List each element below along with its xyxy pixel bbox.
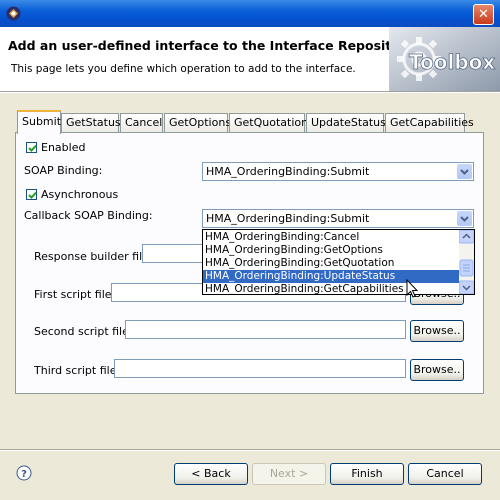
enabled-checkbox[interactable] bbox=[26, 142, 37, 153]
tab-cancel[interactable]: Cancel bbox=[120, 113, 163, 132]
page-description: This page lets you define which operatio… bbox=[11, 63, 356, 75]
dropdown-option[interactable]: HMA_OrderingBinding:GetQuotation bbox=[203, 257, 459, 270]
close-button[interactable]: ✕ bbox=[473, 4, 494, 25]
enabled-label: Enabled bbox=[41, 141, 86, 154]
next-button[interactable]: Next > bbox=[252, 463, 326, 485]
chevron-down-icon[interactable] bbox=[457, 211, 472, 226]
soap-binding-label: SOAP Binding: bbox=[24, 164, 103, 177]
toolbox-logo: Toolbox bbox=[389, 27, 500, 91]
header-separator bbox=[0, 92, 500, 93]
tab-getoptions[interactable]: GetOptions bbox=[164, 113, 231, 132]
second-script-input[interactable] bbox=[125, 320, 406, 339]
check-icon bbox=[28, 191, 37, 199]
page-title: Add an user-defined interface to the Int… bbox=[8, 38, 415, 53]
app-icon bbox=[6, 6, 21, 21]
title-bar[interactable]: ✕ bbox=[0, 0, 500, 27]
second-browse-button[interactable]: Browse.. bbox=[410, 320, 464, 342]
second-script-label: Second script file: bbox=[34, 325, 133, 338]
wizard-header: Add an user-defined interface to the Int… bbox=[0, 27, 500, 92]
finish-button[interactable]: Finish bbox=[330, 463, 404, 485]
svg-text:?: ? bbox=[21, 469, 27, 480]
soap-binding-combo[interactable]: HMA_OrderingBinding:Submit bbox=[202, 162, 474, 181]
tab-getcapabilities[interactable]: GetCapabilities bbox=[385, 113, 474, 132]
dropdown-option[interactable]: HMA_OrderingBinding:GetOptions bbox=[203, 244, 459, 257]
dropdown-scrollbar[interactable] bbox=[458, 230, 474, 294]
tab-getstatus[interactable]: GetStatus bbox=[61, 113, 121, 132]
footer-separator-highlight bbox=[0, 450, 500, 451]
response-builder-input[interactable] bbox=[142, 244, 206, 263]
mouse-cursor-icon bbox=[406, 279, 419, 298]
dropdown-option[interactable]: HMA_OrderingBinding:Cancel bbox=[203, 231, 459, 244]
asynchronous-checkbox[interactable] bbox=[26, 189, 37, 200]
third-script-label: Third script file: bbox=[34, 364, 121, 377]
callback-binding-value: HMA_OrderingBinding:Submit bbox=[206, 212, 370, 225]
tab-submit[interactable]: Submit bbox=[17, 110, 61, 134]
callback-binding-label: Callback SOAP Binding: bbox=[24, 209, 153, 222]
tab-getquotation[interactable]: GetQuotation bbox=[229, 113, 308, 132]
logo-text: Toolbox bbox=[409, 50, 495, 74]
asynchronous-label: Asynchronous bbox=[41, 188, 119, 201]
tab-updatestatus[interactable]: UpdateStatus bbox=[306, 113, 386, 132]
response-builder-label: Response builder file: bbox=[34, 250, 153, 263]
close-icon: ✕ bbox=[478, 7, 489, 22]
chevron-down-icon[interactable] bbox=[457, 164, 472, 179]
third-browse-button[interactable]: Browse.. bbox=[410, 359, 464, 381]
callback-binding-combo[interactable]: HMA_OrderingBinding:Submit bbox=[202, 209, 474, 228]
callback-binding-dropdown-list[interactable]: HMA_OrderingBinding:Cancel HMA_OrderingB… bbox=[202, 229, 475, 295]
cancel-button[interactable]: Cancel bbox=[408, 463, 482, 485]
dropdown-option-selected[interactable]: HMA_OrderingBinding:UpdateStatus bbox=[203, 270, 459, 283]
first-script-label: First script file: bbox=[34, 288, 116, 301]
dropdown-option[interactable]: HMA_OrderingBinding:GetCapabilities bbox=[203, 283, 459, 294]
back-button[interactable]: < Back bbox=[174, 463, 248, 485]
third-script-input[interactable] bbox=[114, 359, 406, 378]
soap-binding-value: HMA_OrderingBinding:Submit bbox=[206, 165, 370, 178]
help-icon: ? bbox=[16, 465, 32, 481]
check-icon bbox=[28, 144, 37, 152]
help-button[interactable]: ? bbox=[16, 465, 32, 481]
